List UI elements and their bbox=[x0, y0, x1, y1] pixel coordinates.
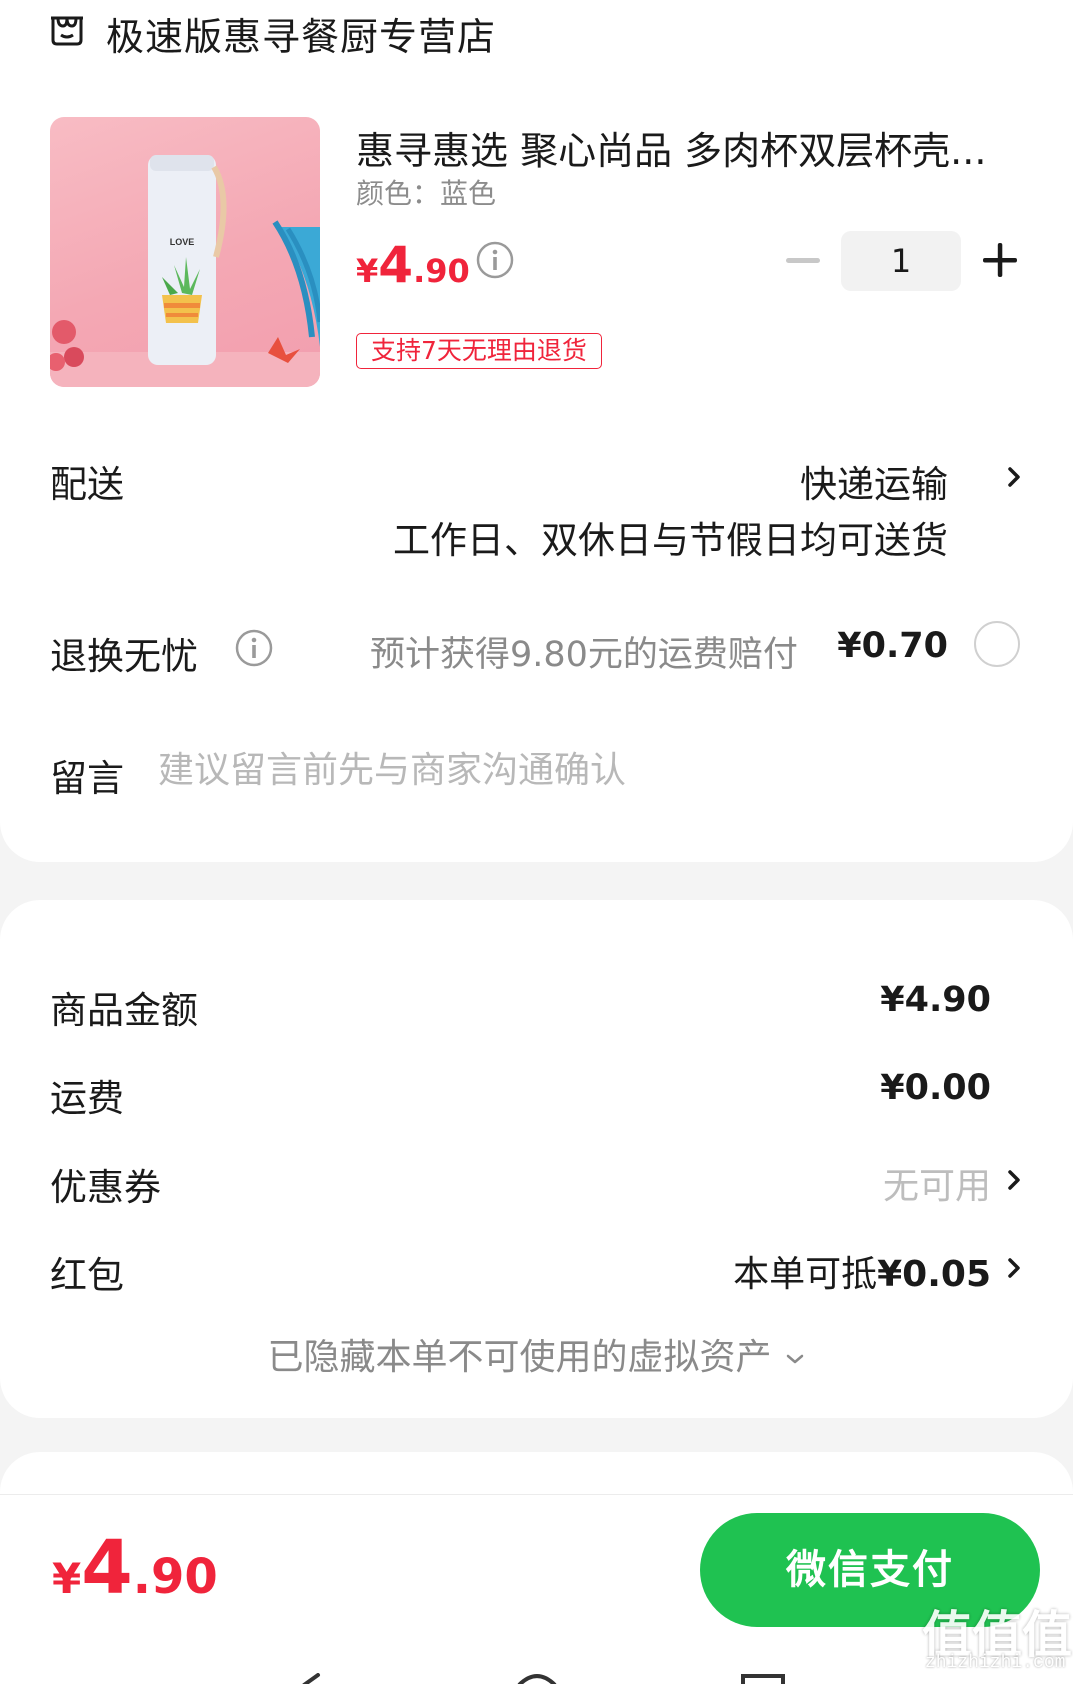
price-integer: 4 bbox=[378, 236, 414, 294]
info-icon[interactable] bbox=[475, 240, 515, 280]
goods-amount-value: ¥4.90 bbox=[880, 980, 991, 1020]
back-nav-icon[interactable] bbox=[290, 1673, 330, 1684]
product-title[interactable]: 惠寻惠选 聚心尚品 多肉杯双层杯壳... bbox=[356, 120, 986, 175]
total-currency: ¥ bbox=[52, 1554, 82, 1603]
info-icon[interactable] bbox=[234, 628, 274, 668]
worry-free-price: ¥0.70 bbox=[837, 626, 948, 666]
store-icon bbox=[51, 16, 83, 46]
delivery-label: 配送 bbox=[50, 463, 124, 506]
store-name[interactable]: 极速版惠寻餐厨专营店 bbox=[106, 6, 496, 61]
coupon-label: 优惠券 bbox=[50, 1166, 161, 1209]
worry-free-checkbox[interactable] bbox=[974, 621, 1020, 667]
product-photo: LOVE bbox=[50, 155, 320, 387]
chevron-right-icon[interactable] bbox=[1004, 1165, 1024, 1195]
total-decimal: .90 bbox=[132, 1549, 218, 1605]
home-nav-icon[interactable] bbox=[515, 1673, 559, 1684]
delivery-note: 工作日、双休日与节假日均可送货 bbox=[393, 519, 948, 562]
chevron-right-icon[interactable] bbox=[1004, 462, 1024, 492]
return-policy-badge: 支持7天无理由退货 bbox=[356, 333, 602, 369]
quantity-decrease-button[interactable] bbox=[786, 258, 820, 263]
total-integer: 4 bbox=[81, 1525, 133, 1611]
message-input[interactable] bbox=[158, 745, 958, 795]
product-variant[interactable]: 颜色：蓝色 bbox=[356, 172, 496, 212]
checkout-bar: ¥4.90 微信支付 值值值 zhizhizhi.com bbox=[0, 1494, 1073, 1684]
chevron-down-icon bbox=[786, 1354, 803, 1364]
worry-free-label: 退换无忧 bbox=[50, 635, 198, 678]
total-price: ¥4.90 bbox=[52, 1525, 218, 1611]
coupon-value[interactable]: 无可用 bbox=[883, 1157, 991, 1209]
hidden-assets-toggle[interactable]: 已隐藏本单不可使用的虚拟资产 bbox=[0, 1328, 1073, 1380]
shipping-fee-label: 运费 bbox=[50, 1077, 124, 1120]
red-packet-value[interactable]: 本单可抵¥0.05 bbox=[733, 1245, 991, 1297]
worry-free-description: 预计获得9.80元的运费赔付 bbox=[370, 635, 798, 675]
watermark-url: zhizhizhi.com bbox=[925, 1653, 1066, 1673]
red-packet-prefix: 本单可抵 bbox=[733, 1254, 878, 1295]
quantity-increase-button[interactable] bbox=[980, 240, 1020, 280]
red-packet-amount: ¥0.05 bbox=[877, 1254, 991, 1295]
hidden-assets-text: 已隐藏本单不可使用的虚拟资产 bbox=[267, 1337, 772, 1378]
product-price: ¥4.90 bbox=[356, 236, 470, 294]
quantity-input[interactable]: 1 bbox=[841, 231, 961, 291]
delivery-method[interactable]: 快递运输 bbox=[800, 454, 948, 508]
product-image-text: LOVE bbox=[170, 237, 195, 247]
red-packet-label: 红包 bbox=[50, 1254, 124, 1297]
chevron-right-icon[interactable] bbox=[1004, 1253, 1024, 1283]
recents-nav-icon[interactable] bbox=[740, 1673, 786, 1684]
price-decimal: .90 bbox=[413, 252, 470, 290]
product-image[interactable]: LOVE bbox=[50, 117, 320, 387]
message-label: 留言 bbox=[50, 757, 124, 800]
shipping-fee-value: ¥0.00 bbox=[880, 1068, 991, 1108]
order-card: 极速版惠寻餐厨专营店 LOVE 惠寻惠选 聚心尚品 多肉杯双层杯壳... 颜色：… bbox=[0, 0, 1073, 862]
price-currency: ¥ bbox=[356, 252, 379, 290]
goods-amount-label: 商品金额 bbox=[50, 989, 198, 1032]
